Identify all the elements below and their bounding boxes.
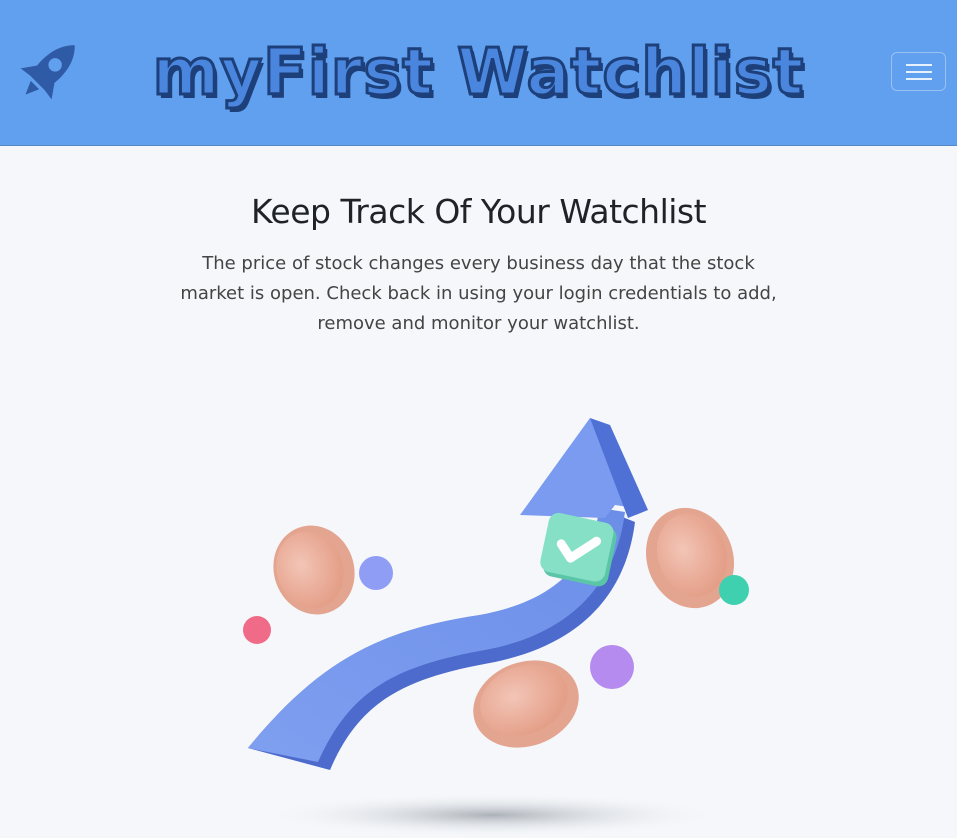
page-title: Keep Track Of Your Watchlist	[250, 192, 707, 231]
rising-arrow-coins-illustration	[243, 418, 749, 837]
sphere-teal	[719, 575, 749, 605]
hamburger-menu-icon	[906, 64, 932, 66]
hero-description: The price of stock changes every busines…	[180, 253, 777, 334]
ground-shadow	[262, 793, 722, 837]
navbar-toggle-button[interactable]	[891, 52, 946, 91]
hamburger-menu-icon-line	[906, 71, 932, 73]
sphere-purple	[590, 645, 634, 689]
sphere-blue	[359, 556, 393, 590]
site-brand-title[interactable]: myFirst Watchlist	[0, 34, 957, 112]
coin-left	[273, 525, 355, 615]
navbar: myFirst Watchlist	[0, 0, 957, 146]
sphere-pink	[243, 616, 271, 644]
hamburger-menu-icon-line	[906, 78, 932, 80]
